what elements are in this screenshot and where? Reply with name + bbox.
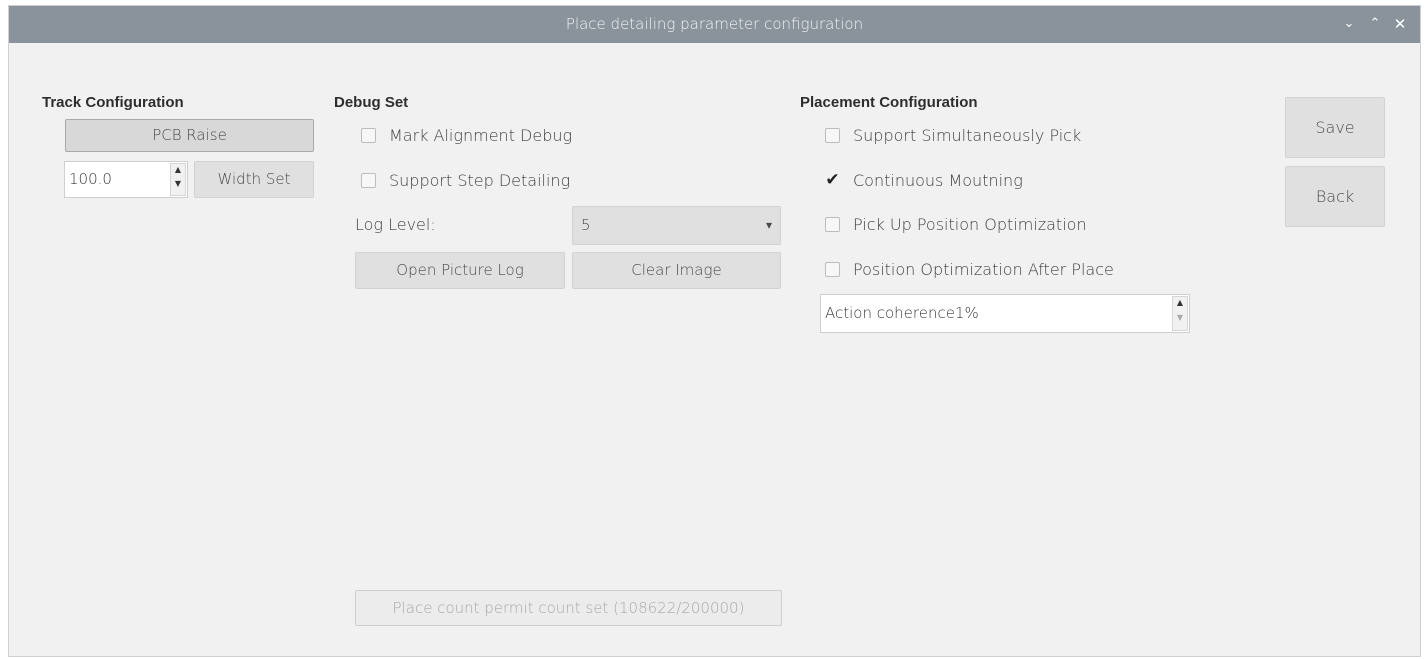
pickup-position-optimization-checkbox[interactable] — [825, 217, 840, 232]
width-set-button[interactable]: Width Set — [194, 161, 314, 198]
simultaneous-pick-checkbox[interactable] — [825, 128, 840, 143]
chevron-down-icon: ▾ — [765, 218, 772, 232]
width-spinner[interactable]: ▲ ▼ — [170, 163, 186, 196]
open-picture-log-button[interactable]: Open Picture Log — [355, 252, 565, 289]
placement-configuration-heading: Placement Configuration — [800, 94, 978, 111]
position-optimization-after-place-label: Position Optimization After Place — [853, 260, 1114, 279]
action-coherence-value: Action coherence1% — [825, 304, 979, 322]
position-optimization-after-place-checkbox[interactable] — [825, 262, 840, 277]
save-button[interactable]: Save — [1285, 97, 1385, 158]
log-level-select[interactable]: 5 ▾ — [572, 206, 781, 245]
config-window: Place detailing parameter configuration … — [8, 5, 1421, 657]
back-button[interactable]: Back — [1285, 166, 1385, 227]
pcb-raise-button[interactable]: PCB Raise — [65, 119, 314, 152]
window-title: Place detailing parameter configuration — [565, 15, 864, 33]
spin-down-icon[interactable]: ▼ — [1173, 313, 1187, 330]
title-bar[interactable]: Place detailing parameter configuration … — [9, 6, 1420, 43]
step-detailing-label: Support Step Detailing — [389, 171, 571, 190]
track-configuration-heading: Track Configuration — [42, 94, 184, 111]
log-level-label: Log Level: — [355, 215, 436, 234]
maximize-icon[interactable]: ⌃ — [1365, 14, 1385, 34]
continuous-mounting-label: Continuous Moutning — [853, 171, 1023, 190]
step-detailing-checkbox[interactable] — [361, 173, 376, 188]
action-coherence-input[interactable]: Action coherence1% — [820, 294, 1190, 333]
width-value: 100.0 — [69, 170, 112, 188]
mark-alignment-checkbox[interactable] — [361, 128, 376, 143]
mark-alignment-label: Mark Alignment Debug — [389, 126, 573, 145]
close-icon[interactable]: ✕ — [1390, 14, 1410, 34]
log-level-value: 5 — [581, 216, 591, 234]
check-icon[interactable]: ✔ — [825, 172, 840, 189]
simultaneous-pick-label: Support Simultaneously Pick — [853, 126, 1082, 145]
spin-down-icon[interactable]: ▼ — [171, 179, 185, 195]
action-coherence-spinner[interactable]: ▲ ▼ — [1172, 296, 1188, 331]
permit-count-button[interactable]: Place count permit count set (108622/200… — [355, 590, 782, 626]
clear-image-button[interactable]: Clear Image — [572, 252, 781, 289]
pickup-position-optimization-label: Pick Up Position Optimization — [853, 215, 1087, 234]
minimize-icon[interactable]: ⌄ — [1339, 14, 1359, 34]
debug-set-heading: Debug Set — [334, 94, 409, 111]
